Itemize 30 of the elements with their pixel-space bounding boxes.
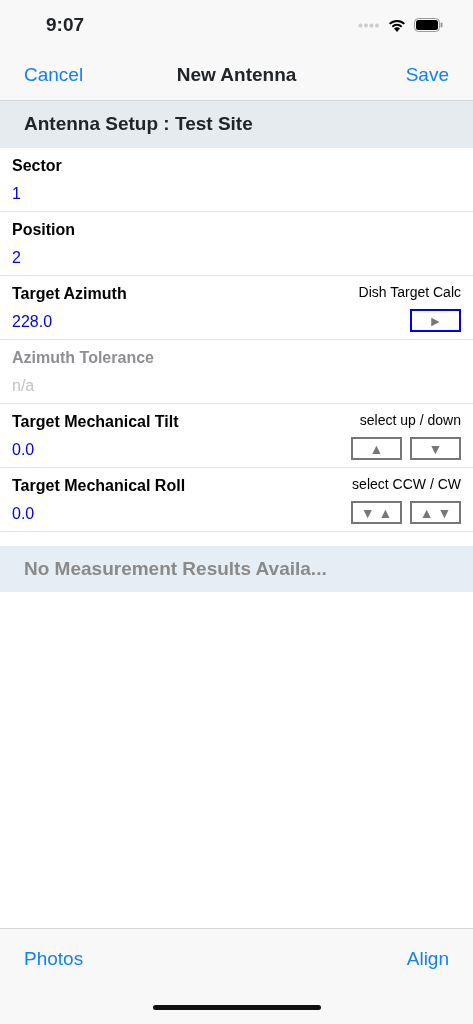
- step-button[interactable]: ▼ ▲: [351, 501, 402, 524]
- align-button[interactable]: Align: [406, 945, 449, 974]
- signal-icon: [358, 22, 380, 28]
- step-button[interactable]: ▲ ▼: [410, 501, 461, 524]
- cancel-button[interactable]: Cancel: [24, 60, 84, 90]
- field-label: Azimuth Tolerance: [12, 348, 154, 368]
- save-button[interactable]: Save: [405, 60, 449, 90]
- field-value[interactable]: 1: [12, 182, 62, 206]
- hint-text: select up / down: [359, 411, 461, 430]
- field-label: Target Mechanical Roll: [12, 476, 186, 496]
- field-label: Position: [12, 220, 76, 240]
- calc-button[interactable]: ►: [410, 309, 461, 332]
- photos-button[interactable]: Photos: [24, 945, 84, 974]
- status-time: 9:07: [46, 12, 85, 37]
- field-value[interactable]: 228.0: [12, 310, 127, 334]
- step-button[interactable]: ▼: [410, 437, 461, 460]
- section-header: Antenna Setup : Test Site: [24, 112, 253, 137]
- nav-title: New Antenna: [176, 62, 297, 87]
- field-value[interactable]: 0.0: [12, 502, 186, 526]
- results-text: No Measurement Results Availa...: [24, 556, 327, 581]
- wifi-icon: [388, 18, 406, 32]
- field-label: Target Azimuth: [12, 284, 127, 304]
- field-value[interactable]: 0.0: [12, 438, 179, 462]
- field-value[interactable]: 2: [12, 246, 76, 270]
- field-label: Sector: [12, 156, 62, 176]
- hint-text: Dish Target Calc: [358, 283, 461, 302]
- field-label: Target Mechanical Tilt: [12, 412, 179, 432]
- hint-text: select CCW / CW: [352, 475, 461, 494]
- step-button[interactable]: ▲: [351, 437, 402, 460]
- battery-icon: [414, 18, 443, 32]
